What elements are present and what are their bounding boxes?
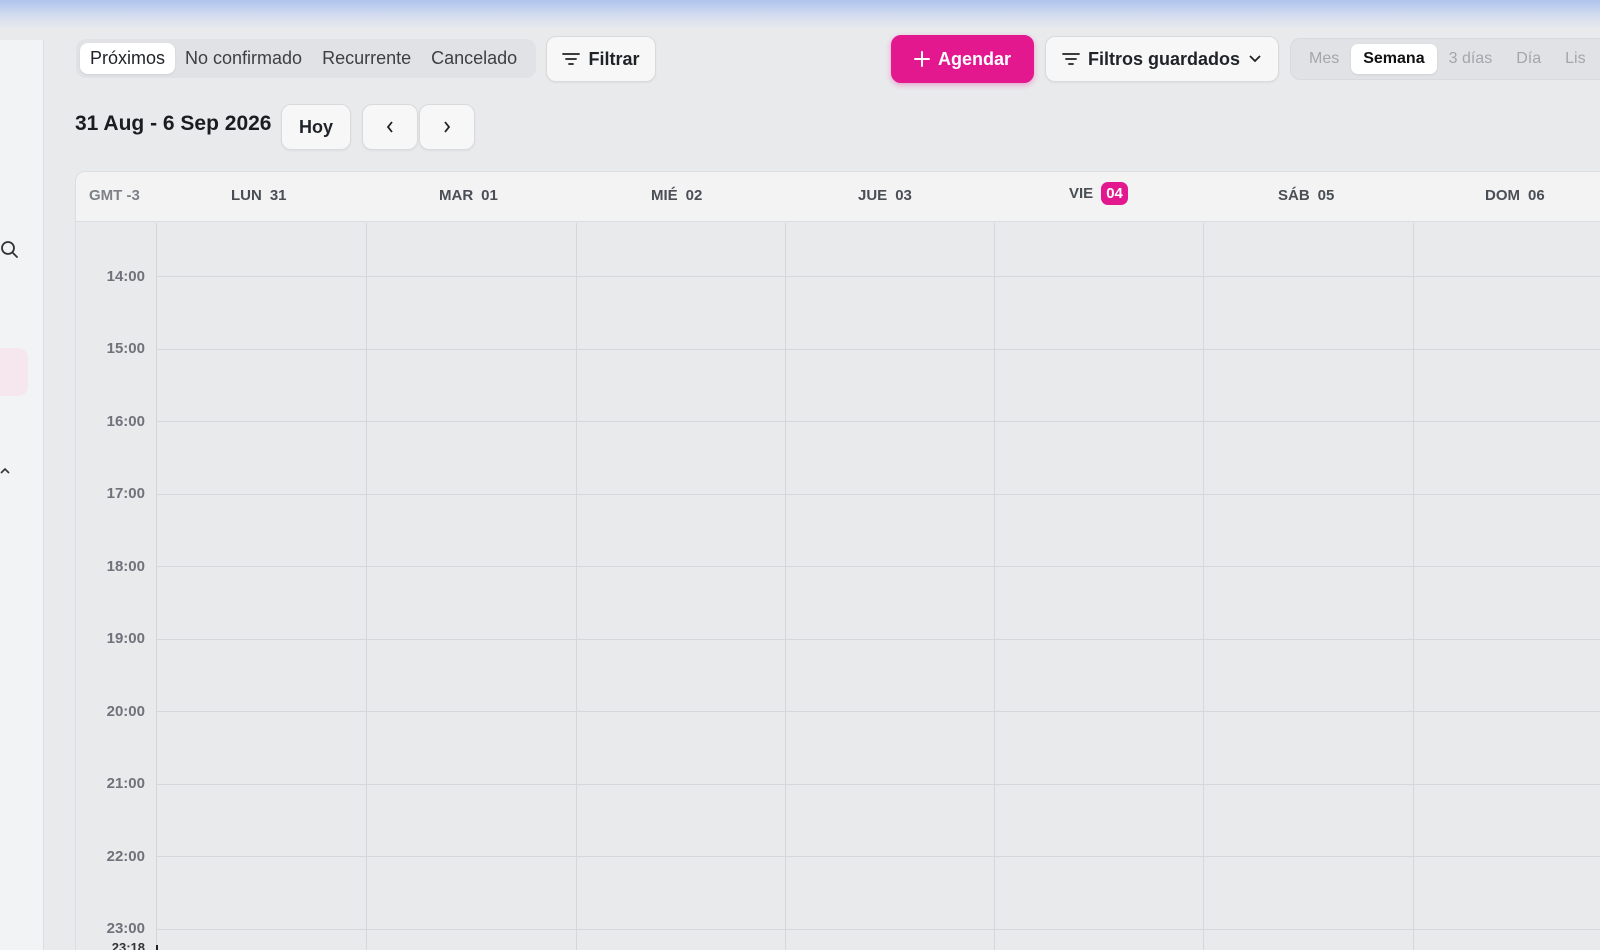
calendar-header: GMT -3 LUN 31 MAR 01 MIÉ 02 JUE 03 VIE 0… (76, 172, 1600, 222)
today-button[interactable]: Hoy (281, 104, 351, 150)
day-name: DOM (1485, 187, 1520, 204)
hour-line (157, 276, 1600, 277)
hour-label: 15:00 (106, 340, 145, 357)
saved-filters-dropdown[interactable]: Filtros guardados (1045, 36, 1279, 82)
filter-icon (562, 51, 581, 67)
day-divider (1413, 223, 1414, 950)
hour-line (157, 929, 1600, 930)
view-switcher: Mes Semana 3 días Día Lis (1290, 38, 1600, 80)
day-number: 02 (685, 187, 703, 204)
day-number: 05 (1317, 187, 1335, 204)
current-time-label: 23:18 (111, 940, 145, 950)
timezone-label: GMT -3 (89, 187, 140, 204)
day-divider (576, 223, 577, 950)
tab-proximos[interactable]: Próximos (80, 43, 176, 74)
next-week-button[interactable] (419, 104, 475, 150)
search-icon[interactable] (0, 240, 20, 260)
tab-no-confirmado[interactable]: No confirmado (175, 43, 312, 74)
date-range-title: 31 Aug - 6 Sep 2026 (75, 112, 272, 135)
day-header-sab[interactable]: SÁB 05 (1278, 187, 1334, 204)
day-number: 31 (269, 187, 287, 204)
chevron-down-icon (1248, 54, 1262, 64)
schedule-button[interactable]: Agendar (891, 35, 1034, 83)
day-name: VIE (1069, 185, 1094, 202)
hour-line (157, 711, 1600, 712)
day-divider (994, 223, 995, 950)
hour-label: 17:00 (106, 485, 145, 502)
hour-label: 22:00 (106, 848, 145, 865)
day-header-mar[interactable]: MAR 01 (439, 187, 498, 204)
view-3-days[interactable]: 3 días (1437, 44, 1505, 74)
schedule-button-label: Agendar (937, 48, 1011, 69)
day-name: JUE (858, 187, 888, 204)
hour-label: 16:00 (106, 413, 145, 430)
hour-label: 19:00 (106, 630, 145, 647)
time-grid[interactable]: 14:00 15:00 16:00 17:00 18:00 19:00 20:0… (76, 223, 1600, 950)
view-week[interactable]: Semana (1351, 44, 1437, 74)
plus-icon (913, 51, 930, 67)
today-button-label: Hoy (298, 116, 333, 137)
tab-cancelado[interactable]: Cancelado (421, 43, 527, 74)
day-name: MAR (439, 187, 474, 204)
window-top-gradient (0, 0, 1600, 30)
hour-label: 20:00 (106, 703, 145, 720)
day-header-mie[interactable]: MIÉ 02 (651, 187, 702, 204)
sidebar-active-item[interactable] (0, 348, 28, 396)
tab-recurrente[interactable]: Recurrente (312, 43, 421, 74)
day-name: LUN (231, 187, 262, 204)
hour-line (157, 566, 1600, 567)
day-header-jue[interactable]: JUE 03 (858, 187, 912, 204)
hour-label: 23:00 (106, 920, 145, 937)
view-month[interactable]: Mes (1297, 44, 1351, 74)
filter-icon (1062, 51, 1080, 67)
hour-label: 21:00 (106, 775, 145, 792)
day-number-today: 04 (1101, 182, 1128, 205)
view-list[interactable]: Lis (1553, 44, 1597, 74)
hour-line (157, 856, 1600, 857)
day-divider (785, 223, 786, 950)
day-divider (366, 223, 367, 950)
chevron-up-icon[interactable] (0, 466, 12, 476)
day-name: SÁB (1278, 187, 1310, 204)
left-sidebar (0, 40, 44, 950)
filter-button-label: Filtrar (588, 48, 640, 69)
status-tabs: Próximos No confirmado Recurrente Cancel… (76, 39, 536, 78)
day-divider (1203, 223, 1204, 950)
day-header-vie[interactable]: VIE 04 (1069, 182, 1128, 205)
previous-week-button[interactable] (362, 104, 418, 150)
day-number: 01 (481, 187, 498, 204)
hour-line (157, 349, 1600, 350)
hour-label: 18:00 (106, 558, 145, 575)
day-header-dom[interactable]: DOM 06 (1485, 187, 1545, 204)
day-header-lun[interactable]: LUN 31 (231, 187, 287, 204)
day-number: 03 (895, 187, 912, 204)
time-gutter: 14:00 15:00 16:00 17:00 18:00 19:00 20:0… (76, 223, 157, 950)
hour-line (157, 494, 1600, 495)
hour-line (157, 421, 1600, 422)
current-time-indicator (156, 945, 158, 950)
hour-line (157, 784, 1600, 785)
hour-line (157, 639, 1600, 640)
saved-filters-label: Filtros guardados (1087, 48, 1240, 69)
day-number: 06 (1528, 187, 1545, 204)
hour-label: 14:00 (106, 268, 145, 285)
chevron-right-icon (442, 120, 452, 134)
filter-button[interactable]: Filtrar (546, 36, 656, 82)
week-calendar: GMT -3 LUN 31 MAR 01 MIÉ 02 JUE 03 VIE 0… (75, 171, 1600, 950)
day-name: MIÉ (651, 187, 678, 204)
view-day[interactable]: Día (1504, 44, 1553, 74)
chevron-left-icon (385, 120, 395, 134)
